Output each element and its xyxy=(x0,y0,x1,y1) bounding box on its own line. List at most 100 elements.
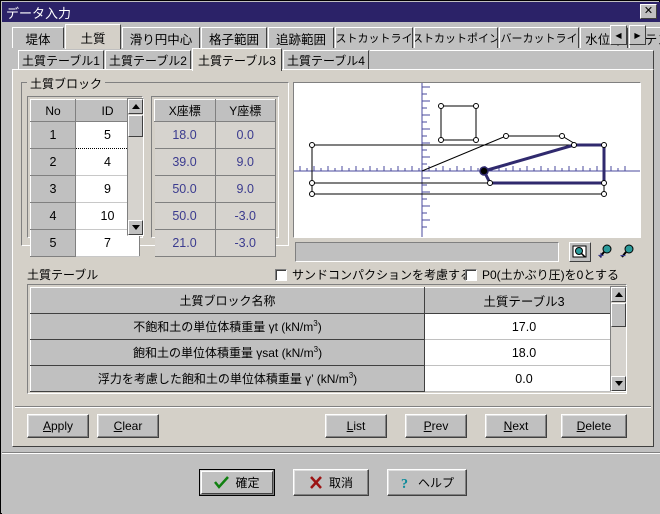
y-coordinate-cell[interactable]: -3.0 xyxy=(215,203,276,230)
table-row[interactable]: 50.09.0 xyxy=(155,176,276,203)
main-tab-strip: 堤体土質滑り円中心格子範囲追跡範囲マストカットラインマストカットポイントネバーカ… xyxy=(8,24,654,48)
help-button[interactable]: ? ヘルプ xyxy=(387,469,467,496)
table-row[interactable]: 39 xyxy=(31,176,140,203)
table-row[interactable]: 39.09.0 xyxy=(155,149,276,176)
sub-tab-label: 土質テーブル2 xyxy=(109,52,187,69)
delete-button-label: Delete xyxy=(577,419,612,433)
table-row[interactable]: 57 xyxy=(31,230,140,257)
apply-button-label: Apply xyxy=(43,419,73,433)
row-number-cell: 4 xyxy=(31,203,76,230)
checkbox-sand-compaction[interactable]: サンドコンパクションを考慮する xyxy=(275,266,472,283)
main-tab-3[interactable]: 格子範囲 xyxy=(201,27,267,48)
tab-scroll-prev-button[interactable]: ◀ xyxy=(610,25,627,45)
next-accel: N xyxy=(504,419,513,433)
x-coordinate-cell[interactable]: 18.0 xyxy=(155,122,216,149)
y-coordinate-cell[interactable]: 0.0 xyxy=(215,122,276,149)
main-tab-5[interactable]: マストカットライン xyxy=(335,27,413,48)
checkbox-label-sand-compaction: サンドコンパクションを考慮する xyxy=(292,266,472,283)
cross-section-drawing xyxy=(294,83,640,237)
main-tab-4[interactable]: 追跡範囲 xyxy=(268,27,334,48)
fit-to-window-icon[interactable] xyxy=(569,242,591,262)
property-value-cell[interactable]: 土質テーブル3 xyxy=(425,288,624,314)
ok-button[interactable]: 確定 xyxy=(199,469,275,496)
sub-tab-label: 土質テーブル4 xyxy=(287,52,365,69)
table-row[interactable]: 18.00.0 xyxy=(155,122,276,149)
delete-button[interactable]: Delete xyxy=(561,414,627,438)
main-tab-0[interactable]: 堤体 xyxy=(12,27,64,48)
x-coordinate-cell[interactable]: 50.0 xyxy=(155,176,216,203)
scroll-thumb[interactable] xyxy=(128,115,143,137)
soil-properties-table: 土質ブロック名称土質テーブル3不飽和土の単位体積重量 γt (kN/m3)17.… xyxy=(27,284,627,394)
sub-tab-label: 土質テーブル1 xyxy=(22,52,100,69)
main-tab-label: マストカットライン xyxy=(335,30,413,46)
close-icon[interactable]: ✕ xyxy=(640,4,657,19)
prop-scroll-up-button[interactable] xyxy=(611,287,626,302)
main-tab-6[interactable]: マストカットポイント xyxy=(414,27,498,48)
arrow-down-icon xyxy=(615,381,623,386)
sub-tab-3[interactable]: 土質テーブル4 xyxy=(283,50,369,70)
scroll-up-button[interactable] xyxy=(128,99,143,114)
y-coordinate-cell[interactable]: 9.0 xyxy=(215,149,276,176)
property-name-cell: 浮力を考慮した飽和土の単位体積重量 γ’ (kN/m3) xyxy=(31,366,425,392)
apply-accel: A xyxy=(43,419,51,433)
table-row[interactable]: 15 xyxy=(31,122,140,149)
checkbox-p0-zero[interactable]: P0(土かぶり圧)を0とする xyxy=(465,266,619,283)
sub-tab-2[interactable]: 土質テーブル3 xyxy=(192,48,282,71)
table-row[interactable]: 21.0-3.0 xyxy=(155,230,276,257)
zoom-out-icon[interactable]: − xyxy=(617,242,639,262)
tab-scroll-next-button[interactable]: ▶ xyxy=(629,25,646,45)
main-tab-label: 追跡範囲 xyxy=(276,29,326,48)
prop-scroll-down-button[interactable] xyxy=(611,376,626,391)
table-row[interactable]: 410 xyxy=(31,203,140,230)
list-button[interactable]: List xyxy=(325,414,387,438)
cancel-button[interactable]: 取消 xyxy=(293,469,369,496)
y-coordinate-cell[interactable]: -3.0 xyxy=(215,230,276,257)
row-number-cell: 1 xyxy=(31,122,76,149)
svg-text:+: + xyxy=(598,251,604,260)
list-button-label: List xyxy=(347,419,366,433)
table-row: 土質ブロック名称土質テーブル3 xyxy=(31,288,624,314)
prev-button[interactable]: Prev xyxy=(405,414,467,438)
main-tab-2[interactable]: 滑り円中心 xyxy=(122,27,200,48)
svg-text:?: ? xyxy=(401,477,408,490)
cross-section-canvas[interactable] xyxy=(293,82,641,238)
soil-block-list-scrollbar[interactable] xyxy=(127,98,144,236)
main-tab-1[interactable]: 土質 xyxy=(65,24,121,49)
next-button[interactable]: Next xyxy=(485,414,547,438)
ok-button-bevel xyxy=(201,471,273,494)
checkbox-label-p0-zero: P0(土かぶり圧)を0とする xyxy=(482,266,619,283)
y-coordinate-cell[interactable]: 9.0 xyxy=(215,176,276,203)
checkbox-box-p0-zero[interactable] xyxy=(465,269,477,281)
action-separator xyxy=(15,406,651,408)
arrow-up-icon xyxy=(615,292,623,297)
main-tab-label: マストカットポイント xyxy=(414,30,498,46)
apply-button[interactable]: Apply xyxy=(27,414,89,438)
property-value-cell[interactable]: 18.0 xyxy=(425,340,624,366)
main-tab-7[interactable]: ネバーカットライン xyxy=(499,27,579,48)
property-value-cell[interactable]: 0.0 xyxy=(425,366,624,392)
question-icon: ? xyxy=(400,476,412,490)
table-row[interactable]: 50.0-3.0 xyxy=(155,203,276,230)
table-row[interactable]: 24 xyxy=(31,149,140,176)
zoom-in-icon[interactable]: + xyxy=(595,242,617,262)
checkbox-box-sand-compaction[interactable] xyxy=(275,269,287,281)
table-row: 浮力を考慮した飽和土の単位体積重量 γ’ (kN/m3)0.0 xyxy=(31,366,624,392)
scroll-down-button[interactable] xyxy=(128,220,143,235)
sub-tab-0[interactable]: 土質テーブル1 xyxy=(18,50,104,70)
soil-properties-scrollbar[interactable] xyxy=(610,286,627,392)
sub-tab-strip: 土質テーブル1 土質テーブル2 土質テーブル3 土質テーブル4 xyxy=(18,48,654,70)
prev-button-label: Prev xyxy=(424,419,449,433)
fit-window-glyph xyxy=(572,245,588,259)
property-value-cell[interactable]: 17.0 xyxy=(425,314,624,340)
clear-button[interactable]: Clear xyxy=(97,414,159,438)
property-name-cell: 土質ブロック名称 xyxy=(31,288,425,314)
x-coordinate-cell[interactable]: 39.0 xyxy=(155,149,216,176)
prop-scroll-thumb[interactable] xyxy=(611,303,626,327)
x-coordinate-cell[interactable]: 21.0 xyxy=(155,230,216,257)
x-coordinate-cell[interactable]: 50.0 xyxy=(155,203,216,230)
sub-tab-1[interactable]: 土質テーブル2 xyxy=(105,50,191,70)
prev-accel: P xyxy=(424,419,432,433)
next-button-label: Next xyxy=(504,419,529,433)
main-tab-label: 滑り円中心 xyxy=(130,29,193,48)
row-number-cell: 2 xyxy=(31,149,76,176)
